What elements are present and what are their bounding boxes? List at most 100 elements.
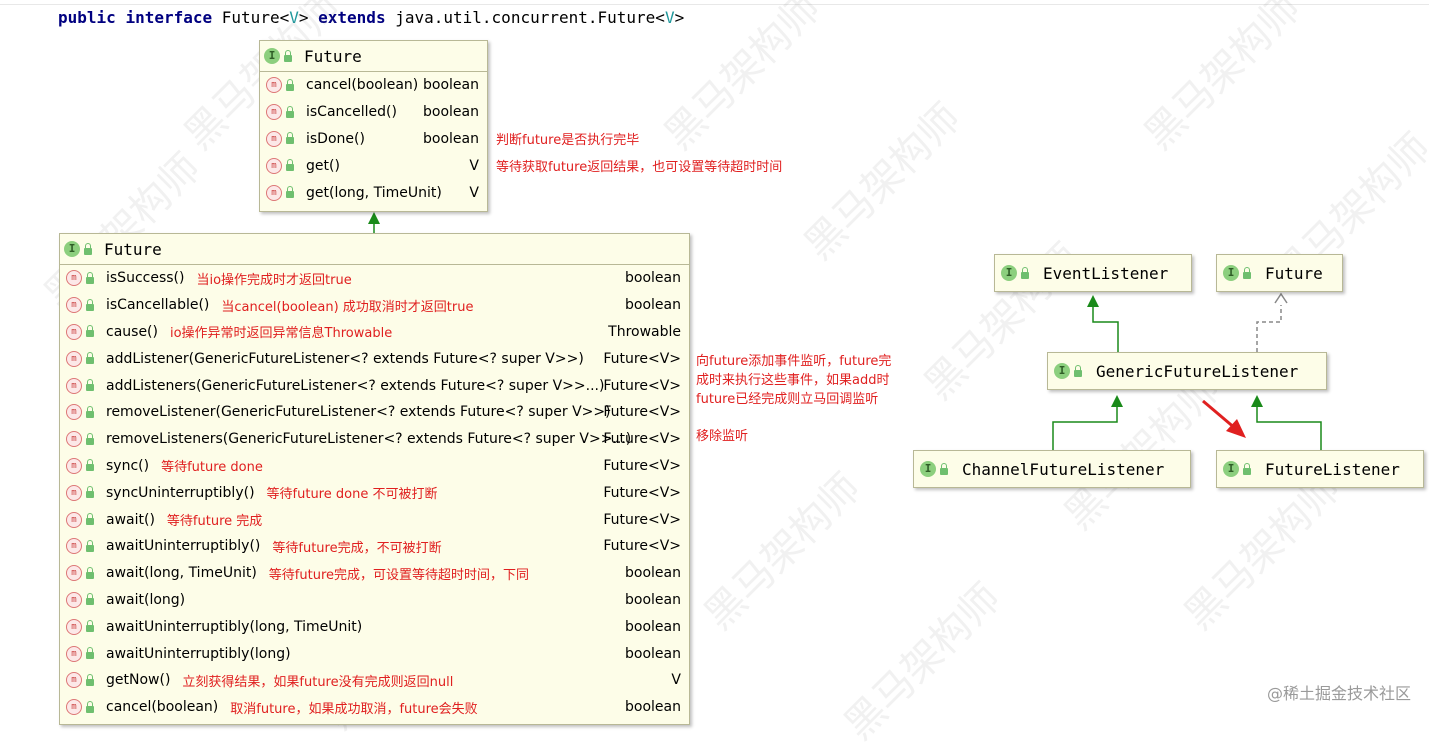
method-signature: isDone() xyxy=(306,130,365,147)
method-icon: m xyxy=(66,484,82,501)
method-icon: m xyxy=(266,184,282,201)
event-listener-box[interactable]: I EventListener xyxy=(994,254,1192,292)
listener-note: 向future添加事件监听，future完 成时来执行这些事件，如果add时 f… xyxy=(696,352,891,409)
method-signature: removeListener(GenericFutureListener<? e… xyxy=(106,404,611,421)
method-icon: m xyxy=(66,645,82,662)
method-row[interactable]: m removeListeners(GenericFutureListener<?… xyxy=(60,426,689,453)
method-icon: m xyxy=(66,672,82,689)
interface-icon: I xyxy=(920,461,936,477)
method-icon: m xyxy=(66,377,82,394)
method-row[interactable]: m cancel(boolean) 取消future，如果成功取消，future会失… xyxy=(60,694,689,721)
return-type: Future<V> xyxy=(603,350,681,367)
method-row[interactable]: m removeListener(GenericFutureListener<? … xyxy=(60,399,689,426)
method-signature: cancel(boolean) xyxy=(106,699,219,716)
method-row[interactable]: m cause() io操作异常时返回异常信息Throwable Throwable xyxy=(60,319,689,346)
return-type: boolean xyxy=(625,565,681,582)
public-lock-icon xyxy=(86,298,94,311)
method-signature: get(long, TimeUnit) xyxy=(306,184,442,201)
method-signature: awaitUninterruptibly(long) xyxy=(106,645,291,662)
public-lock-icon xyxy=(286,105,294,118)
method-icon: m xyxy=(66,538,82,555)
jdk-future-class[interactable]: I Future m cancel(boolean) boolean m isCance… xyxy=(259,40,782,212)
public-lock-icon xyxy=(86,432,94,445)
return-type: Future<V> xyxy=(603,538,681,555)
method-row[interactable]: m isDone() 判断future是否执行完毕 boolean xyxy=(260,126,639,153)
method-row[interactable]: m await() 等待future 完成 Future<V> xyxy=(60,506,689,533)
method-note: 当io操作完成时才返回true xyxy=(196,272,352,288)
netty-future-class[interactable]: I Future m isSuccess() 当io操作完成时才返回true bool… xyxy=(59,233,690,725)
footer-credit: @稀土掘金技术社区 xyxy=(1266,684,1411,703)
public-lock-icon xyxy=(1243,462,1251,475)
listener-note-line: future已经完成则立马回调监听 xyxy=(696,392,879,407)
method-row[interactable]: m syncUninterruptibly() 等待future done 不可被打… xyxy=(60,479,689,506)
method-row[interactable]: m isCancelled() boolean xyxy=(260,99,487,126)
public-lock-icon xyxy=(86,325,94,338)
class-title: FutureListener xyxy=(1265,459,1400,479)
generic-future-listener-box[interactable]: I GenericFutureListener xyxy=(1047,352,1327,390)
return-type: Future<V> xyxy=(603,377,681,394)
method-row[interactable]: m awaitUninterruptibly() 等待future完成，不可被打断 F… xyxy=(60,533,689,560)
method-note: 立刻获得结果，如果future没有完成则返回null xyxy=(182,674,454,690)
public-lock-icon xyxy=(1243,266,1251,279)
method-note: io操作异常时返回异常信息Throwable xyxy=(169,326,393,342)
method-signature: await(long) xyxy=(106,591,186,608)
interface-icon: I xyxy=(64,241,80,257)
method-icon: m xyxy=(66,591,82,608)
class-title: Future xyxy=(304,46,362,66)
public-lock-icon xyxy=(940,462,948,475)
public-lock-icon xyxy=(284,49,292,62)
method-row[interactable]: m get() 等待获取future返回结果，也可设置等待超时时间 V xyxy=(260,152,782,179)
return-type: V xyxy=(671,672,681,689)
method-signature: get() xyxy=(306,157,340,174)
method-signature: isCancelled() xyxy=(306,104,397,121)
method-row[interactable]: m await(long) boolean xyxy=(60,587,689,614)
method-row[interactable]: m await(long, TimeUnit) 等待future完成，可设置等待超时… xyxy=(60,560,689,587)
method-signature: addListener(GenericFutureListener<? exte… xyxy=(106,350,584,367)
return-type: Future<V> xyxy=(603,404,681,421)
return-type: Future<V> xyxy=(603,484,681,501)
method-signature: removeListeners(GenericFutureListener<? … xyxy=(106,431,632,448)
method-row[interactable]: m addListener(GenericFutureListener<? ext… xyxy=(60,345,689,372)
method-signature: isSuccess() xyxy=(106,270,185,287)
future-box[interactable]: I Future xyxy=(1216,254,1343,292)
public-lock-icon xyxy=(286,78,294,91)
interface-icon: I xyxy=(1001,265,1017,281)
channel-future-listener-box[interactable]: I ChannelFutureListener xyxy=(913,450,1191,488)
method-signature: cancel(boolean) xyxy=(306,77,419,94)
method-row[interactable]: m awaitUninterruptibly(long) boolean xyxy=(60,640,689,667)
method-note: 等待future done xyxy=(161,460,263,476)
method-row[interactable]: m awaitUninterruptibly(long, TimeUnit) boo… xyxy=(60,613,689,640)
public-lock-icon xyxy=(86,593,94,606)
method-row[interactable]: m addListeners(GenericFutureListener<? ex… xyxy=(60,372,689,399)
public-lock-icon xyxy=(286,159,294,172)
return-type: boolean xyxy=(625,618,681,635)
method-icon: m xyxy=(66,618,82,635)
public-lock-icon xyxy=(86,513,94,526)
method-signature: await() xyxy=(106,511,155,528)
class-title: EventListener xyxy=(1043,263,1169,283)
method-note: 等待future完成，不可被打断 xyxy=(272,540,442,556)
method-signature: await(long, TimeUnit) xyxy=(106,565,257,582)
method-signature: syncUninterruptibly() xyxy=(106,484,255,501)
return-type: boolean xyxy=(625,645,681,662)
method-row[interactable]: m isSuccess() 当io操作完成时才返回true boolean xyxy=(60,265,689,292)
public-lock-icon xyxy=(86,379,94,392)
method-icon: m xyxy=(266,130,282,147)
public-lock-icon xyxy=(86,673,94,686)
method-row[interactable]: m get(long, TimeUnit) V xyxy=(260,179,487,206)
return-type: boolean xyxy=(423,130,479,147)
method-row[interactable]: m getNow() 立刻获得结果，如果future没有完成则返回null V xyxy=(60,667,689,694)
interface-icon: I xyxy=(264,48,280,64)
method-signature: awaitUninterruptibly() xyxy=(106,538,261,555)
public-lock-icon xyxy=(1074,364,1082,377)
future-listener-box[interactable]: I FutureListener xyxy=(1216,450,1424,488)
class-header: I Future xyxy=(260,41,487,72)
method-row[interactable]: m cancel(boolean) boolean xyxy=(260,72,487,99)
public-lock-icon xyxy=(86,405,94,418)
method-row[interactable]: m sync() 等待future done Future<V> xyxy=(60,453,689,480)
interface-icon: I xyxy=(1223,265,1239,281)
interface-icon: I xyxy=(1054,363,1070,379)
method-row[interactable]: m isCancellable() 当cancel(boolean) 成功取消时才返… xyxy=(60,292,689,319)
method-signature: cause() xyxy=(106,323,158,340)
return-type: boolean xyxy=(625,699,681,716)
